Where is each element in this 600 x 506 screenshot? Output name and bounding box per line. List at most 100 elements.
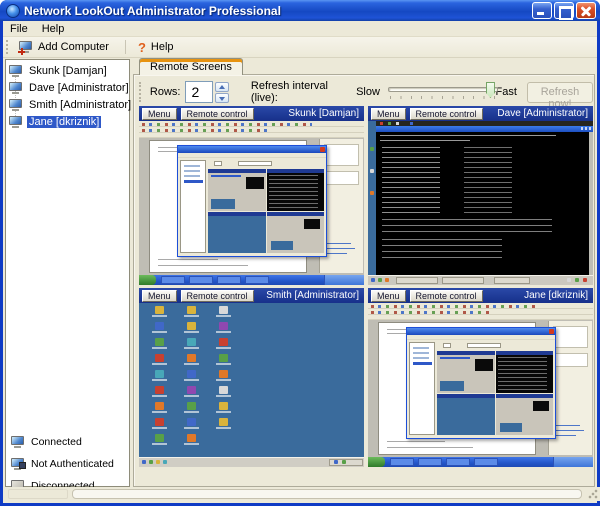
legend-connected: Connected — [11, 434, 82, 450]
quadrant-title: Dave [Administrator] — [487, 108, 590, 119]
refresh-interval-slider[interactable] — [388, 81, 488, 103]
remote-screen-thumbnail[interactable] — [368, 303, 593, 467]
desktop-icon — [155, 306, 164, 314]
desktop-icon — [219, 402, 228, 410]
desktop-icon — [155, 402, 164, 410]
refresh-now-button[interactable]: Refresh now! — [527, 82, 593, 103]
quadrant-title: Skunk [Damjan] — [258, 108, 361, 119]
computer-item-smith[interactable]: Smith [Administrator] — [9, 97, 133, 113]
quadrant-dave: Menu Remote control Dave [Administrator] — [368, 106, 593, 285]
computer-name: Jane [dkriznik] — [27, 116, 101, 128]
remote-taskbar — [368, 457, 593, 467]
statusbar-panel-left — [8, 489, 68, 499]
desktop-icon — [155, 386, 164, 394]
quadrant-menu-button[interactable]: Menu — [371, 290, 406, 302]
add-computer-button[interactable]: Add Computer — [15, 39, 117, 55]
remote-control-button[interactable]: Remote control — [181, 290, 254, 302]
desktop-icon — [155, 370, 164, 378]
help-button[interactable]: ? Help — [134, 39, 182, 55]
desktop-icon — [155, 354, 164, 362]
maximize-button[interactable] — [554, 2, 574, 19]
add-computer-icon — [19, 41, 33, 53]
remote-control-button[interactable]: Remote control — [410, 290, 483, 302]
desktop-icon — [155, 434, 164, 442]
desktop-icon — [155, 338, 164, 346]
remote-taskbar — [139, 457, 364, 467]
desktop-icon — [219, 338, 228, 346]
menu-help[interactable]: Help — [35, 22, 72, 36]
toolbar: Add Computer ? Help — [3, 37, 597, 58]
resize-grip[interactable] — [588, 489, 598, 499]
remote-lookout-window — [406, 327, 556, 439]
rows-value[interactable]: 2 — [185, 81, 212, 103]
legend-label: Connected — [31, 436, 82, 448]
app-body: File Help Add Computer ? Help Skunk [Dam… — [3, 21, 597, 503]
slider-ticks — [390, 96, 496, 99]
not-authenticated-icon — [11, 458, 25, 470]
desktop-icon — [219, 354, 228, 362]
computer-connected-icon — [9, 82, 23, 94]
legend-not-authenticated: Not Authenticated — [11, 456, 114, 472]
remote-terminal-window — [376, 121, 593, 275]
remote-screen-thumbnail[interactable] — [368, 121, 593, 285]
slow-label: Slow — [356, 86, 380, 98]
menu-file[interactable]: File — [3, 22, 35, 36]
quadrant-menu-button[interactable]: Menu — [142, 290, 177, 302]
quadrant-header: Menu Remote control Jane [dkriznik] — [368, 288, 593, 303]
desktop-icon — [219, 370, 228, 378]
titlebar: Network LookOut Administrator Profession… — [0, 0, 600, 21]
remote-screen-thumbnail[interactable] — [139, 121, 364, 285]
minimize-button[interactable] — [532, 2, 552, 19]
close-button[interactable] — [576, 2, 596, 19]
statusbar — [6, 487, 600, 501]
legend-label: Not Authenticated — [31, 458, 114, 470]
quadrant-title: Jane [dkriznik] — [487, 290, 590, 301]
computer-connected-icon — [9, 99, 23, 111]
remote-toolbar — [139, 133, 364, 138]
app-window: Network LookOut Administrator Profession… — [0, 0, 600, 506]
computer-connected-icon — [9, 116, 23, 128]
computer-connected-icon — [9, 65, 23, 77]
rows-spin-up[interactable] — [215, 82, 229, 92]
help-label: Help — [151, 41, 174, 53]
quadrant-menu-button[interactable]: Menu — [142, 108, 177, 120]
computer-name: Dave [Administrator] — [27, 82, 131, 94]
remote-control-button[interactable]: Remote control — [181, 108, 254, 120]
desktop-icon — [219, 322, 228, 330]
app-icon — [6, 4, 20, 18]
toolbar-grip[interactable] — [6, 40, 9, 54]
desktop-icon — [187, 386, 196, 394]
computer-name: Smith [Administrator] — [27, 99, 133, 111]
tab-remote-screens[interactable]: Remote Screens — [139, 58, 243, 75]
rows-spin-down[interactable] — [215, 93, 229, 103]
desktop-icon — [187, 322, 196, 330]
desktop-icon — [187, 402, 196, 410]
remote-toolbar — [368, 315, 593, 320]
computer-item-skunk[interactable]: Skunk [Damjan] — [9, 63, 109, 79]
quadrant-menu-button[interactable]: Menu — [371, 108, 406, 120]
desktop-icon — [187, 418, 196, 426]
quadrant-title: Smith [Administrator] — [258, 290, 361, 301]
fast-label: Fast — [496, 86, 517, 98]
desktop-icon — [219, 386, 228, 394]
quadrant-jane: Menu Remote control Jane [dkriznik] — [368, 288, 593, 467]
remote-control-button[interactable]: Remote control — [410, 108, 483, 120]
remote-taskbar — [139, 275, 364, 285]
desktop-icon — [155, 322, 164, 330]
connected-icon — [11, 436, 25, 448]
quadrant-skunk: Menu Remote control Skunk [Damjan] — [139, 106, 364, 285]
rows-label: Rows: — [150, 86, 181, 98]
desktop-icon — [187, 434, 196, 442]
desktop-icon — [219, 306, 228, 314]
slider-groove[interactable] — [388, 87, 498, 92]
computer-name: Skunk [Damjan] — [27, 65, 109, 77]
controls-grip[interactable] — [139, 82, 142, 102]
help-icon: ? — [138, 42, 146, 53]
desktop-icon — [219, 418, 228, 426]
remote-screen-thumbnail[interactable] — [139, 303, 364, 467]
quadrant-header: Menu Remote control Skunk [Damjan] — [139, 106, 364, 121]
computer-item-dave[interactable]: Dave [Administrator] — [9, 80, 131, 96]
computer-list: Skunk [Damjan] Dave [Administrator] Smit… — [5, 59, 130, 487]
quadrant-header: Menu Remote control Dave [Administrator] — [368, 106, 593, 121]
computer-item-jane[interactable]: Jane [dkriznik] — [9, 114, 101, 130]
